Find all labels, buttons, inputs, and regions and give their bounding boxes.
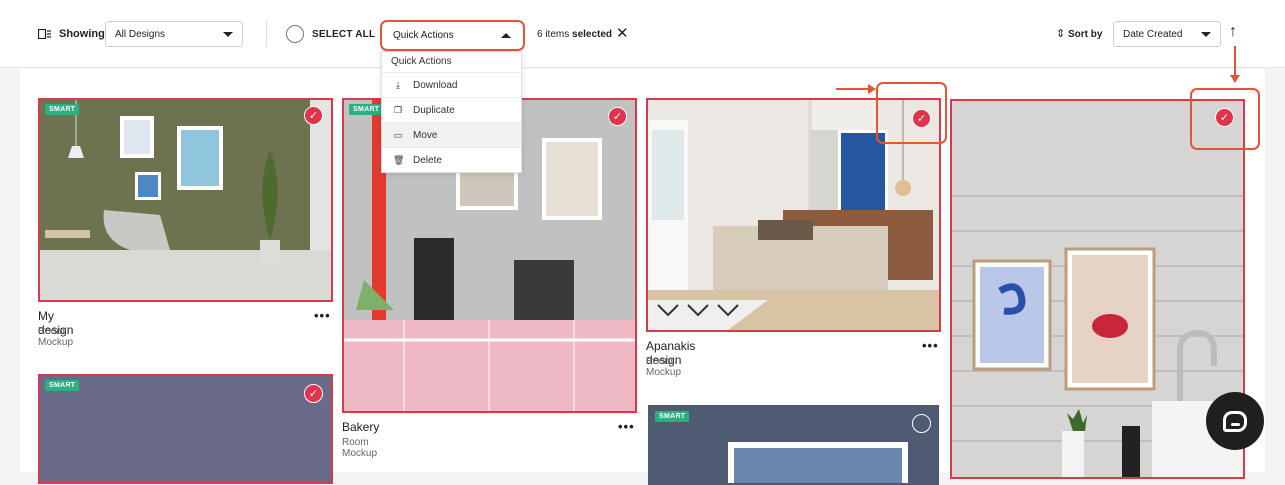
sort-label: Sort by [1068,29,1103,40]
card-subtitle: Room Mockup [38,326,74,348]
more-options-icon[interactable]: ••• [314,308,331,323]
annotation-highlight-check [1190,88,1260,150]
toolbar: Showing All Designs SELECT ALL Quick Act… [0,0,1285,68]
sort-select[interactable]: Date Created [1113,21,1221,47]
download-icon: ⤓ [396,79,400,90]
menu-item-download[interactable]: ⤓ Download [382,72,521,97]
sort-select-value: Date Created [1123,28,1183,40]
annotation-arrow-icon [1230,46,1240,83]
more-options-icon[interactable]: ••• [922,338,939,353]
design-thumbnail[interactable]: ✓ [950,99,1245,479]
annotation-arrow-icon [836,84,876,94]
annotation-highlight-quick-actions [380,20,525,51]
menu-item-label: Move [413,129,438,141]
menu-item-duplicate[interactable]: ❐ Duplicate [382,97,521,122]
chat-icon [1223,410,1247,432]
menu-item-label: Duplicate [413,104,455,116]
selected-check-icon[interactable]: ✓ [304,384,323,403]
menu-item-label: Download [413,79,458,91]
showing-select-value: All Designs [115,28,166,40]
unselected-check-icon[interactable] [912,414,931,433]
close-icon[interactable]: ✕ [616,26,629,41]
smart-badge: SMART [45,380,80,391]
chevron-down-icon [223,32,233,37]
grid-view-icon [38,29,51,39]
menu-item-move[interactable]: ▭ Move [382,122,521,147]
card-subtitle: Room Mockup [342,437,378,459]
quick-actions-menu: Quick Actions ⤓ Download ❐ Duplicate ▭ M… [381,51,522,173]
quick-actions-menu-header: Quick Actions [391,56,452,67]
design-thumbnail[interactable]: SMART ✓ [38,98,333,302]
sort-direction-icon[interactable]: ↑ [1229,23,1237,41]
selected-check-icon[interactable]: ✓ [608,107,627,126]
chat-button[interactable] [1206,392,1264,450]
select-all-label[interactable]: SELECT ALL [312,29,375,40]
card-subtitle: Room Mockup [646,356,682,378]
menu-item-label: Delete [413,154,442,166]
menu-item-delete[interactable]: 🗑 Delete [382,147,521,172]
more-options-icon[interactable]: ••• [618,419,635,434]
design-grid: SMART ✓ My design Room Mockup ••• SMART … [20,69,1265,485]
showing-label: Showing [59,28,105,40]
selected-check-icon[interactable]: ✓ [304,106,323,125]
design-thumbnail[interactable]: SMART [648,405,939,485]
sort-icon: ⇕ [1056,28,1066,40]
design-thumbnail[interactable]: SMART ✓ [38,374,333,484]
showing-select[interactable]: All Designs [105,21,243,47]
annotation-highlight-check [876,82,947,144]
smart-badge: SMART [45,104,80,115]
smart-badge: SMART [655,411,690,422]
room-image [650,407,937,483]
room-image [952,101,1243,477]
selected-count: 6 items selected [537,29,613,40]
duplicate-icon: ❐ [393,104,403,115]
chevron-down-icon [1201,32,1211,37]
smart-badge: SMART [349,104,384,115]
trash-icon: 🗑 [393,154,405,165]
move-icon: ▭ [393,129,403,140]
select-all-radio[interactable] [286,25,304,43]
room-image [40,100,331,300]
toolbar-divider [266,21,267,47]
card-title[interactable]: Bakery [342,420,379,434]
